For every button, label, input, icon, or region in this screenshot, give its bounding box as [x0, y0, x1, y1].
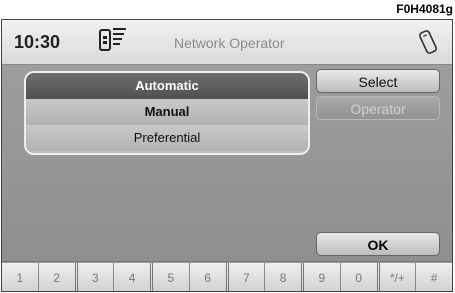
list-item-preferential[interactable]: Preferential [26, 125, 308, 151]
key-3[interactable]: 3 [77, 263, 115, 291]
list-item-manual[interactable]: Manual [26, 99, 308, 125]
key-star-plus[interactable]: */+ [379, 263, 417, 291]
key-1[interactable]: 1 [2, 263, 39, 291]
operator-mode-list: Automatic Manual Preferential [24, 71, 310, 155]
key-2[interactable]: 2 [38, 263, 78, 291]
ok-button[interactable]: OK [316, 232, 440, 256]
operator-button[interactable]: Operator [316, 96, 440, 120]
figure-code: F0H4081g [396, 2, 453, 16]
clock-time: 10:30 [14, 32, 61, 52]
key-0[interactable]: 0 [340, 263, 380, 291]
key-8[interactable]: 8 [265, 263, 304, 291]
key-5[interactable]: 5 [153, 263, 190, 291]
device-display: 10:30 Network Operator Automatic Manual … [1, 19, 453, 292]
key-9[interactable]: 9 [304, 263, 341, 291]
main-area: Automatic Manual Preferential Select Ope… [2, 65, 452, 261]
key-7[interactable]: 7 [228, 263, 266, 291]
key-hash[interactable]: # [416, 263, 452, 291]
select-button[interactable]: Select [316, 69, 440, 93]
signal-strength-icon [99, 28, 126, 51]
key-6[interactable]: 6 [189, 263, 229, 291]
list-item-automatic[interactable]: Automatic [26, 73, 308, 99]
status-bar: 10:30 Network Operator [2, 20, 452, 65]
keypad: 1 2 3 4 5 6 7 8 9 0 */+ # [2, 262, 452, 291]
screen-title: Network Operator [174, 35, 285, 51]
phone-icon [419, 30, 437, 54]
key-4[interactable]: 4 [114, 263, 153, 291]
